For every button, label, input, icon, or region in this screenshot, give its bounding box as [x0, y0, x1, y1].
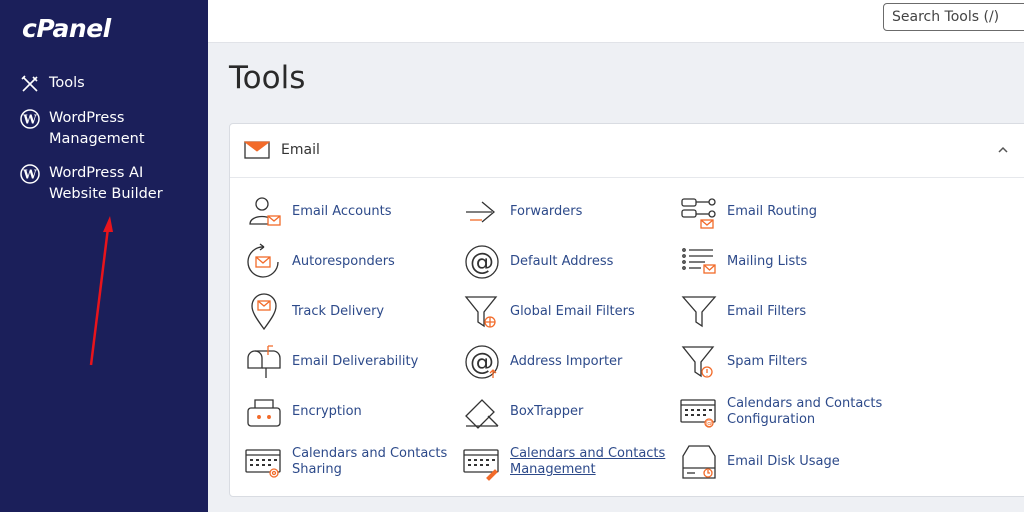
tool-label: Forwarders [510, 204, 583, 219]
calendar-config-icon: @ [680, 399, 716, 428]
wordpress-icon: W [20, 164, 40, 184]
tool-calendars-management[interactable]: Calendars and Contacts Management [462, 442, 675, 482]
tool-address-importer[interactable]: @ Address Importer [462, 342, 675, 382]
tool-label: Email Accounts [292, 204, 392, 219]
tool-email-deliverability[interactable]: Email Deliverability [244, 342, 457, 382]
sidebar-item-wordpress-ai-builder[interactable]: W WordPress AI Website Builder [20, 163, 179, 205]
tool-label: Email Filters [727, 304, 807, 319]
tool-label: Calendars and Contacts Configuration [727, 396, 883, 427]
sidebar-item-label: WordPress AI Website Builder [49, 165, 163, 202]
mailing-lists-icon [682, 248, 716, 274]
svg-text:@: @ [706, 420, 713, 428]
tool-email-accounts[interactable]: Email Accounts [244, 192, 457, 232]
tool-global-email-filters[interactable]: Global Email Filters [462, 292, 675, 332]
sidebar-item-label: WordPress Management [49, 110, 145, 147]
tool-label: Address Importer [510, 354, 623, 369]
tool-label: Calendars and Contacts Management [510, 446, 666, 477]
sidebar-item-tools[interactable]: Tools [20, 73, 179, 94]
filter-icon [681, 296, 717, 328]
boxtrapper-icon [465, 399, 499, 429]
track-delivery-icon [251, 293, 277, 331]
default-address-icon: @ [465, 245, 499, 279]
tool-label: Email Disk Usage [727, 454, 840, 469]
tool-track-delivery[interactable]: Track Delivery [244, 292, 457, 332]
tool-spam-filters[interactable]: Spam Filters [679, 342, 892, 382]
wordpress-icon: W [20, 109, 40, 129]
tool-boxtrapper[interactable]: BoxTrapper [462, 392, 675, 432]
tool-autoresponders[interactable]: Autoresponders [244, 242, 457, 282]
email-accounts-icon [249, 197, 281, 226]
page-title: Tools [229, 60, 306, 96]
sidebar-item-wordpress-management[interactable]: W WordPress Management [20, 108, 179, 150]
tool-label: Track Delivery [292, 304, 385, 319]
tool-label: Spam Filters [727, 354, 808, 369]
spam-filter-icon [681, 346, 715, 378]
chevron-up-icon[interactable] [997, 144, 1009, 156]
tool-label: Default Address [510, 254, 614, 269]
sidebar: cPanel Tools W WordPress Management W Wo… [0, 0, 208, 512]
svg-text:@: @ [470, 248, 494, 276]
mailbox-icon [247, 345, 281, 378]
tools-icon [21, 75, 38, 92]
global-filter-icon [464, 296, 498, 328]
autoresponders-icon [247, 243, 279, 278]
tool-calendars-config[interactable]: @ Calendars and Contacts Configuration [679, 392, 892, 432]
tool-label: BoxTrapper [510, 404, 584, 419]
envelope-icon [244, 141, 270, 159]
section-title: Email [281, 142, 320, 158]
tool-forwarders[interactable]: Forwarders [462, 192, 675, 232]
address-importer-icon: @ [465, 345, 499, 379]
svg-text:W: W [22, 168, 37, 182]
svg-text:W: W [22, 113, 37, 127]
tool-email-routing[interactable]: Email Routing [679, 192, 892, 232]
tool-encryption[interactable]: Encryption [244, 392, 457, 432]
tool-default-address[interactable]: @ Default Address [462, 242, 675, 282]
email-routing-icon [681, 198, 716, 229]
tool-label: Global Email Filters [510, 304, 635, 319]
top-header [208, 0, 1024, 43]
forwarders-icon [466, 201, 496, 223]
email-panel: Email Email Accounts Forwarders Email Ro… [229, 123, 1024, 497]
tool-mailing-lists[interactable]: Mailing Lists [679, 242, 892, 282]
sidebar-item-label: Tools [49, 75, 85, 91]
tool-email-disk-usage[interactable]: Email Disk Usage [679, 442, 892, 482]
disk-usage-icon [682, 445, 716, 479]
tool-label: Email Routing [727, 204, 818, 219]
encryption-icon [247, 399, 281, 427]
cpanel-logo[interactable]: cPanel [22, 14, 111, 43]
calendar-management-icon [463, 449, 499, 481]
tool-label: Email Deliverability [292, 354, 419, 369]
calendar-sharing-icon [245, 449, 281, 478]
tool-label: Encryption [292, 404, 362, 419]
search-input[interactable] [883, 3, 1024, 31]
tool-email-filters[interactable]: Email Filters [679, 292, 892, 332]
tool-label: Autoresponders [292, 254, 395, 269]
tool-label: Calendars and Contacts Sharing [292, 446, 448, 477]
tool-calendars-sharing[interactable]: Calendars and Contacts Sharing [244, 442, 457, 482]
tool-label: Mailing Lists [727, 254, 808, 269]
email-panel-header[interactable]: Email [230, 124, 1024, 178]
